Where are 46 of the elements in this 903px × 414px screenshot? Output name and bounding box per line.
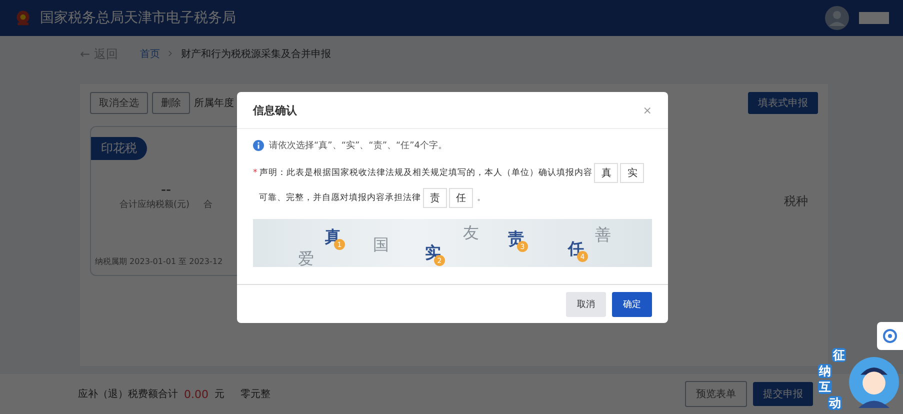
assistant-char: 征 bbox=[832, 348, 846, 362]
toolbar-button[interactable]: 删除 bbox=[152, 92, 190, 114]
captcha-char[interactable]: 国 bbox=[373, 235, 389, 256]
footer-button[interactable]: 预览表单 bbox=[685, 381, 747, 407]
mascot-figure[interactable] bbox=[848, 356, 900, 408]
close-icon[interactable]: × bbox=[642, 104, 652, 116]
amount-label: 合 bbox=[204, 198, 213, 211]
char-slot[interactable]: 真 bbox=[594, 163, 618, 183]
period-mark: 。 bbox=[477, 192, 486, 204]
assistant-char: 动 bbox=[828, 396, 842, 410]
breadcrumb-item: 财产和行为税税源采集及合并申报 bbox=[180, 48, 331, 61]
info-icon bbox=[253, 140, 264, 151]
amount-label: 合计应纳税额(元) bbox=[119, 198, 190, 211]
assistant-char: 纳 bbox=[818, 364, 832, 378]
footer-button[interactable]: 提交申报 bbox=[753, 382, 813, 406]
char-slot[interactable]: 责 bbox=[423, 188, 447, 208]
dialog-button[interactable]: 确定 bbox=[612, 292, 652, 316]
char-slot[interactable]: 任 bbox=[449, 188, 473, 208]
float-panel[interactable] bbox=[877, 322, 903, 350]
dialog-button[interactable]: 取消 bbox=[566, 292, 606, 316]
total-label: 应补（退）税费额合计 bbox=[78, 388, 178, 401]
captcha-char[interactable]: 友 bbox=[463, 223, 479, 244]
dialog-title: 信息确认 bbox=[253, 102, 297, 118]
required-mark: * bbox=[253, 168, 258, 178]
captcha-char[interactable]: 善 bbox=[595, 225, 611, 246]
emblem-icon bbox=[14, 9, 32, 27]
total-amount: 0.00 bbox=[184, 388, 208, 400]
captcha-char[interactable]: 爱 bbox=[298, 249, 314, 270]
site-title: 国家税务总局天津市电子税务局 bbox=[40, 9, 236, 27]
hint-text: 请依次选择“真”、“实”、“责”、“任”4个字。 bbox=[269, 140, 448, 152]
redacted-block bbox=[859, 12, 889, 24]
form-declare-button[interactable]: 填表式申报 bbox=[748, 92, 818, 114]
char-slot[interactable]: 实 bbox=[620, 163, 644, 183]
amount-in-words: 零元整 bbox=[240, 388, 270, 401]
tax-type-text: 税种 bbox=[784, 192, 808, 210]
tax-period: 纳税属期 2023-01-01 至 2023-12 bbox=[94, 256, 223, 267]
toolbar-button[interactable]: 取消全选 bbox=[90, 92, 148, 114]
statement-text: 声明：此表是根据国家税收法律法规及相关规定填写的，本人（单位）确认填报内容 bbox=[259, 167, 592, 179]
avatar-icon[interactable] bbox=[825, 6, 849, 30]
tax-value: -- bbox=[160, 182, 172, 198]
breadcrumb-item[interactable]: 首页 bbox=[140, 47, 160, 61]
currency-unit: 元 bbox=[214, 388, 224, 401]
year-label: 所属年度 bbox=[194, 96, 234, 110]
tax-tag: 印花税 bbox=[91, 137, 147, 160]
assistant-char: 互 bbox=[818, 380, 832, 394]
statement-text: 可靠、完整，并自愿对填报内容承担法律 bbox=[259, 192, 421, 204]
